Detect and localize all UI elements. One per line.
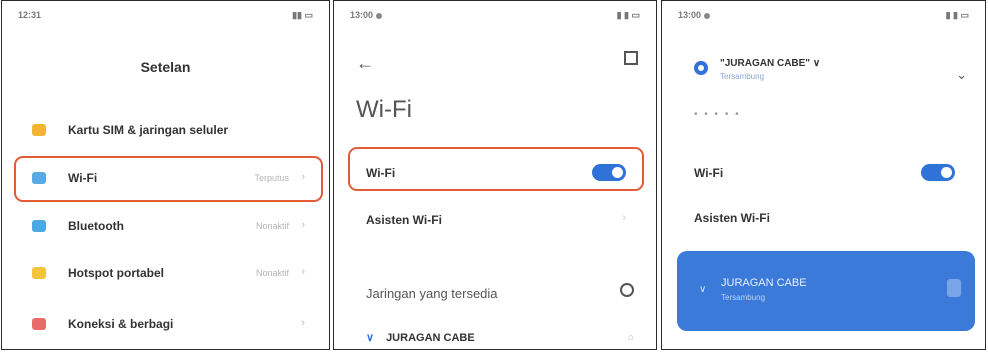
hotspot-icon <box>32 267 46 279</box>
location-pin-icon <box>694 61 708 75</box>
item-label: Koneksi & berbagi <box>68 317 174 331</box>
status-time: 12:31 <box>18 10 42 20</box>
page-title: Setelan <box>140 59 191 75</box>
connected-status: Tersambung <box>720 72 765 81</box>
connected-network-card[interactable]: ∨ JURAGAN CABE Tersambung <box>677 251 975 331</box>
wifi-assistant-row[interactable]: Asisten Wi-Fi <box>682 199 965 235</box>
status-bar: 13:00 ▮ ▮ ▭ <box>678 9 969 23</box>
scan-qr-icon[interactable] <box>624 51 638 65</box>
highlight-box <box>348 147 644 191</box>
wifi-screen: 13:00 ▮ ▮ ▭ ← Wi-Fi Wi-Fi Asisten Wi-Fi … <box>333 0 657 350</box>
wifi-connected-screen: 13:00 ▮ ▮ ▭ "JURAGAN CABE" ∨ Tersambung … <box>661 0 986 350</box>
highlight-box <box>14 156 323 202</box>
sidebar-item-bluetooth[interactable]: Bluetooth Nonaktif › <box>20 208 311 244</box>
item-label: Hotspot portabel <box>68 266 164 280</box>
item-label: Kartu SIM & jaringan seluler <box>68 123 229 137</box>
wifi-assistant-row[interactable]: Asisten Wi-Fi › <box>354 201 636 237</box>
wifi-label: Wi-Fi <box>694 166 724 180</box>
wifi-toggle-row[interactable]: Wi-Fi <box>682 154 965 190</box>
section-header: Jaringan yang tersedia <box>366 286 498 301</box>
sim-card-icon <box>32 124 46 136</box>
item-label: Bluetooth <box>68 219 124 233</box>
network-details-button[interactable] <box>947 279 961 297</box>
battery-icon: ▮▮ ▭ <box>292 10 313 20</box>
chevron-down-icon[interactable]: ⌄ <box>956 67 967 83</box>
connection-icon <box>32 318 46 330</box>
connected-network-name: "JURAGAN CABE" ∨ <box>720 58 821 69</box>
battery-icon: ▮ ▮ ▭ <box>616 10 640 20</box>
status-time: 13:00 <box>350 10 383 20</box>
chevron-right-icon: › <box>301 266 305 278</box>
wifi-signal-icon: ∨ <box>699 284 707 295</box>
refresh-icon[interactable] <box>620 283 634 297</box>
item-value: Nonaktif <box>255 221 289 231</box>
status-time: 13:00 <box>678 10 711 20</box>
battery-icon: ▮ ▮ ▭ <box>945 10 969 20</box>
wifi-signal-icon: ∨ <box>366 332 375 344</box>
wifi-toggle[interactable] <box>921 164 955 181</box>
item-value: Nonaktif <box>255 268 289 278</box>
back-arrow-icon[interactable]: ← <box>356 53 374 74</box>
network-name: JURAGAN CABE <box>721 277 807 289</box>
network-item[interactable]: ∨ JURAGAN CABE <box>366 331 475 344</box>
sidebar-item-sim[interactable]: Kartu SIM & jaringan seluler <box>20 112 311 148</box>
status-bar: 12:31 ▮▮ ▭ <box>18 9 313 23</box>
network-name: JURAGAN CABE <box>386 332 475 344</box>
bluetooth-icon <box>32 220 46 232</box>
assistant-label: Asisten Wi-Fi <box>694 211 770 225</box>
assistant-label: Asisten Wi-Fi <box>366 213 442 227</box>
chevron-right-icon: › <box>301 317 305 329</box>
chevron-right-icon: › <box>622 212 626 224</box>
chevron-right-icon: › <box>301 219 305 231</box>
separator-dots: • • • • • <box>694 109 741 120</box>
status-bar: 13:00 ▮ ▮ ▭ <box>350 9 640 23</box>
settings-screen: 12:31 ▮▮ ▭ Setelan Kartu SIM & jaringan … <box>1 0 330 350</box>
sidebar-item-hotspot[interactable]: Hotspot portabel Nonaktif › <box>20 255 311 291</box>
lock-icon: ⌂ <box>627 332 634 343</box>
sidebar-item-connection[interactable]: Koneksi & berbagi › <box>20 306 311 342</box>
page-title: Wi-Fi <box>356 96 412 123</box>
network-status: Tersambung <box>721 293 766 302</box>
